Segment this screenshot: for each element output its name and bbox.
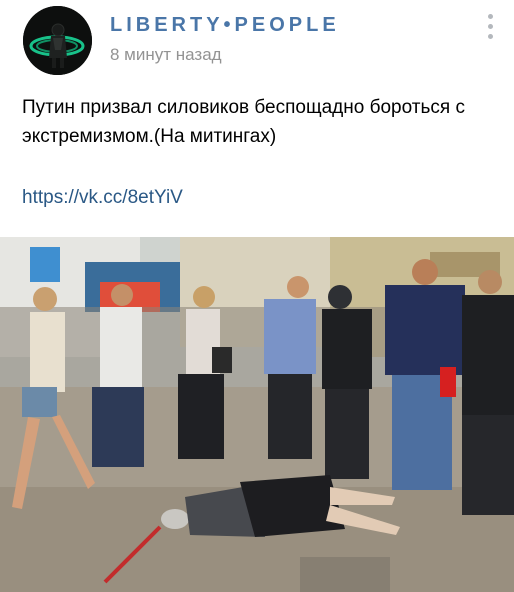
post-timestamp[interactable]: 8 минут назад: [110, 45, 222, 65]
photo-image: [0, 237, 514, 592]
group-name[interactable]: LIBERTY•PEOPLE: [110, 14, 340, 37]
post-photo[interactable]: [0, 237, 514, 592]
avatar-image: [23, 6, 92, 75]
post-text: Путин призвал силовиков беспощадно борот…: [22, 97, 465, 147]
more-vertical-icon[interactable]: [478, 10, 502, 44]
post-link[interactable]: https://vk.cc/8etYiV: [22, 187, 183, 209]
post-header: LIBERTY•PEOPLE 8 минут назад: [0, 0, 514, 84]
post-card: LIBERTY•PEOPLE 8 минут назад Путин призв…: [0, 0, 514, 592]
group-avatar[interactable]: [23, 6, 92, 75]
